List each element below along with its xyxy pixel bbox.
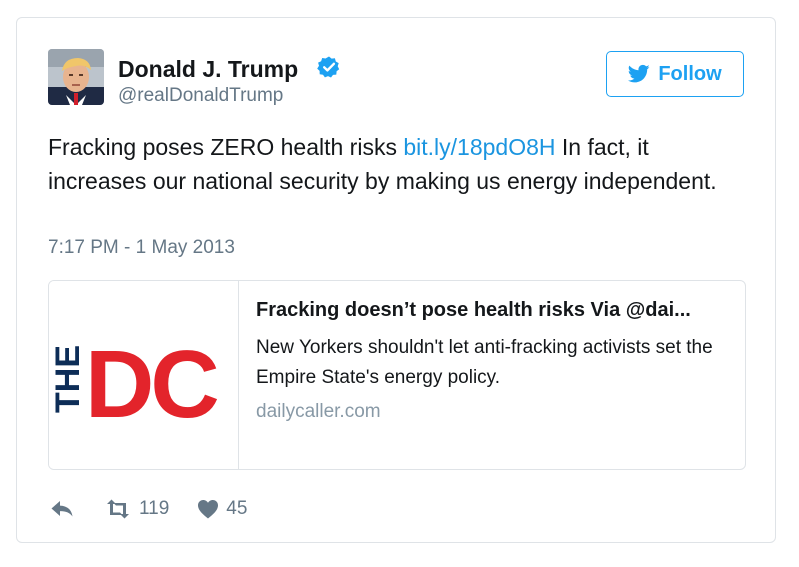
like-button[interactable]: 45: [197, 498, 247, 520]
like-count: 45: [226, 498, 248, 519]
tweet-actions: 119 45: [50, 496, 247, 522]
verified-badge-icon: [317, 56, 340, 78]
reply-button[interactable]: [50, 500, 74, 518]
avatar-image: [48, 49, 104, 105]
logo-text-large: DC: [85, 331, 217, 438]
reply-icon: [51, 501, 73, 517]
follow-button[interactable]: Follow: [606, 51, 744, 97]
retweet-icon: [107, 499, 129, 519]
daily-caller-logo: THE DC: [49, 331, 221, 438]
retweet-count: 119: [139, 498, 170, 519]
tweet-card: Donald J. Trump @realDonaldTrump Follow …: [16, 17, 776, 543]
follow-button-label: Follow: [658, 62, 722, 85]
user-handle[interactable]: @realDonaldTrump: [118, 85, 283, 107]
card-domain: dailycaller.com: [256, 401, 381, 422]
link-preview-card[interactable]: THE DC Fracking doesn’t pose health risk…: [48, 280, 746, 470]
avatar[interactable]: [48, 49, 104, 105]
twitter-bird-icon: [628, 64, 650, 83]
tweet-text: Fracking poses ZERO health risks bit.ly/…: [48, 130, 728, 198]
tweet-timestamp[interactable]: 7:17 PM - 1 May 2013: [48, 237, 235, 259]
heart-icon: [198, 500, 219, 519]
card-description: New Yorkers shouldn't let anti-fracking …: [256, 337, 713, 388]
card-title[interactable]: Fracking doesn’t pose health risks Via @…: [256, 299, 736, 322]
display-name[interactable]: Donald J. Trump: [118, 56, 298, 83]
card-thumbnail: THE DC: [49, 281, 239, 469]
tweet-link[interactable]: bit.ly/18pdO8H: [403, 134, 555, 160]
tweet-text-start: Fracking poses ZERO health risks: [48, 134, 404, 160]
retweet-button[interactable]: 119: [104, 498, 169, 520]
logo-text-small: THE: [49, 345, 87, 413]
